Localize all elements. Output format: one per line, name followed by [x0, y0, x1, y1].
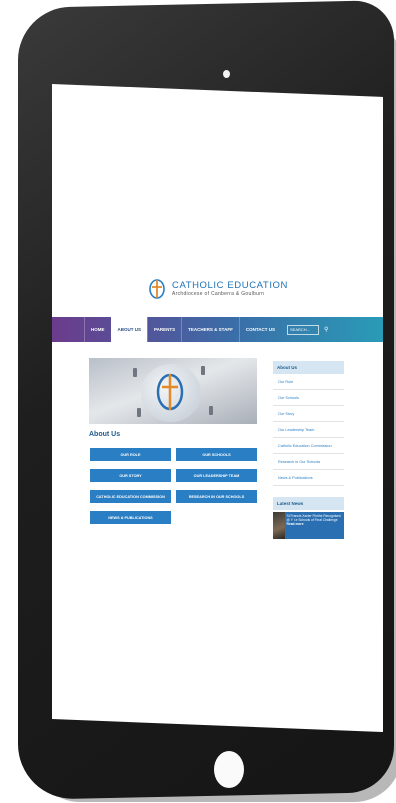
read-more-link[interactable]: Read more: [287, 522, 343, 526]
sidebar-item-leadership[interactable]: Our Leadership Team: [273, 422, 344, 438]
camera-icon: [223, 70, 230, 78]
nav-teachers-staff[interactable]: TEACHERS & STAFF: [181, 317, 239, 342]
main-nav: HOME ABOUT US PARENTS TEACHERS & STAFF C…: [52, 317, 383, 342]
sidebar-item-research[interactable]: Research in Our Schools: [273, 454, 344, 470]
tile-education-commission[interactable]: CATHOLIC EDUCATION COMMISSION: [90, 490, 171, 503]
cross-logo-icon: [149, 279, 165, 299]
sidebar-item-commission[interactable]: Catholic Education Commission: [273, 438, 344, 454]
tile-research[interactable]: RESEARCH IN OUR SCHOOLS: [176, 490, 257, 503]
bolt-icon: [137, 408, 141, 417]
tile-our-story[interactable]: OUR STORY: [90, 469, 171, 482]
logo-subtitle: Archdiocese of Canberra & Goulburn: [172, 291, 265, 297]
website: CATHOLIC EDUCATION Archdiocese of Canber…: [52, 274, 383, 544]
news-thumbnail: [273, 512, 285, 539]
search-input[interactable]: SEARCH...: [287, 324, 320, 335]
news-item[interactable]: St Francis Xavier Flinthe Recognised @ Y…: [273, 512, 344, 539]
news-headline: St Francis Xavier Flinthe Recognised @ Y…: [286, 514, 341, 523]
page-title: About Us: [89, 431, 121, 438]
tile-our-role[interactable]: OUR ROLE: [90, 448, 171, 461]
home-button[interactable]: [214, 751, 244, 788]
logo-title: CATHOLIC EDUCATION: [172, 280, 289, 291]
nav-contact-us[interactable]: CONTACT US: [238, 317, 281, 342]
nav-about-us[interactable]: ABOUT US: [110, 317, 147, 342]
tablet-device: CATHOLIC EDUCATION Archdiocese of Canber…: [10, 0, 396, 802]
nav-search: SEARCH... ⚲: [287, 317, 328, 342]
tile-our-schools[interactable]: OUR SCHOOLS: [176, 448, 257, 461]
bolt-icon: [201, 366, 205, 375]
hero-image: [89, 358, 257, 424]
sidebar-heading: About Us: [273, 361, 344, 374]
tile-news-publications[interactable]: NEWS & PUBLICATIONS: [90, 511, 171, 524]
sidebar-item-our-story[interactable]: Our Story: [273, 406, 344, 422]
tile-leadership-team[interactable]: OUR LEADERSHIP TEAM: [176, 469, 257, 482]
tablet-screen: CATHOLIC EDUCATION Archdiocese of Canber…: [52, 84, 383, 732]
bolt-icon: [133, 368, 137, 377]
sidebar-item-our-schools[interactable]: Our Schools: [273, 390, 344, 406]
bolt-icon: [209, 406, 213, 415]
nav-home[interactable]: HOME: [84, 317, 111, 342]
nav-parents[interactable]: PARENTS: [147, 317, 181, 342]
sidebar-item-news[interactable]: News & Publications: [273, 470, 344, 486]
cross-emblem-icon: [156, 373, 184, 411]
site-logo[interactable]: CATHOLIC EDUCATION Archdiocese of Canber…: [147, 274, 288, 304]
news-text: St Francis Xavier Flinthe Recognised @ Y…: [285, 512, 345, 539]
sidebar: About Us Our Role Our Schools Our Story …: [273, 361, 344, 486]
search-icon[interactable]: ⚲: [324, 326, 328, 333]
sidebar-item-our-role[interactable]: Our Role: [273, 374, 344, 390]
latest-news-heading: Latest News: [273, 497, 344, 510]
